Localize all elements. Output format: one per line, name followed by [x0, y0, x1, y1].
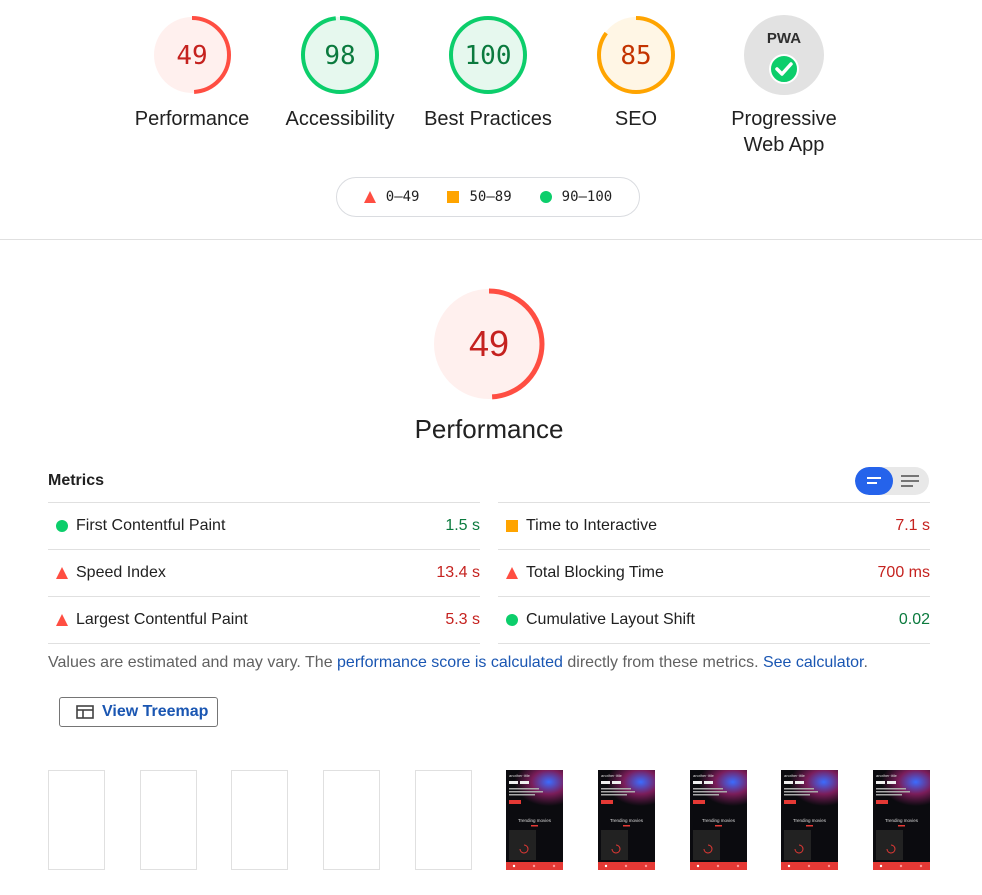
metric-name: Total Blocking Time [526, 564, 664, 581]
gauge-performance-ring: 49 [153, 16, 231, 94]
see-calculator-link[interactable]: See calculator [763, 654, 864, 671]
metric-name: Cumulative Layout Shift [526, 611, 695, 628]
svg-text:another title: another title [693, 773, 715, 778]
filmstrip-frame [323, 770, 380, 870]
metric-largest-contentful-paint: Largest Contentful Paint 5.3 s [48, 596, 480, 644]
note-middle: directly from these metrics. [562, 654, 763, 671]
gauge-seo-ring: 85 [597, 16, 675, 94]
gauge-performance[interactable]: 49 Performance [117, 14, 267, 132]
metric-value: 7.1 s [895, 517, 930, 534]
filmstrip-frame: another title Trending movies [690, 770, 747, 870]
gauge-accessibility[interactable]: 98 Accessibility [265, 14, 415, 132]
metric-value: 1.5 s [445, 517, 480, 534]
metric-first-contentful-paint: First Contentful Paint 1.5 s [48, 502, 480, 549]
filmstrip-frame [140, 770, 197, 870]
filmstrip-frame: another title Trending movies [781, 770, 838, 870]
metrics-heading: Metrics [48, 472, 105, 489]
section-divider [0, 239, 982, 240]
svg-text:Trending movies: Trending movies [610, 818, 644, 823]
gauge-pwa-label: Progressive Web App [731, 108, 837, 156]
filmstrip: another title Trending movies another titl… [48, 770, 930, 870]
metrics-right-column: Time to Interactive 7.1 s Total Blocking… [498, 502, 930, 644]
gauge-accessibility-score: 98 [324, 41, 355, 71]
legend-item-pass: 90–100 [539, 189, 613, 205]
score-calculated-link[interactable]: performance score is calculated [337, 654, 563, 671]
metrics-view-toggle[interactable] [855, 467, 929, 495]
view-treemap-button[interactable]: View Treemap [59, 697, 218, 727]
legend-range-average: 50–89 [469, 189, 512, 205]
performance-main-ring: 49 [433, 288, 545, 400]
gauge-performance-score: 49 [176, 41, 207, 71]
fail-triangle-icon [48, 567, 76, 579]
metric-value: 700 ms [877, 564, 930, 581]
fail-triangle-icon [48, 614, 76, 626]
svg-text:Trending movies: Trending movies [885, 818, 919, 823]
filmstrip-frame: another title Trending movies [506, 770, 563, 870]
toggle-compact-view[interactable] [855, 467, 893, 495]
filmstrip-frame [48, 770, 105, 870]
filmstrip-frame [415, 770, 472, 870]
metric-name: Largest Contentful Paint [76, 611, 248, 628]
metric-name: Time to Interactive [526, 517, 658, 534]
gauge-best-practices-label: Best Practices [424, 108, 552, 130]
filmstrip-frame: another title Trending movies [873, 770, 930, 870]
performance-main-gauge: 49 Performance [409, 286, 569, 445]
view-treemap-label: View Treemap [102, 703, 209, 720]
note-suffix: . [863, 654, 868, 671]
pwa-check-icon: PWA [744, 15, 824, 95]
gauge-performance-label: Performance [134, 108, 250, 130]
gauge-pwa[interactable]: PWA Progressive Web App [709, 14, 859, 158]
metric-value: 0.02 [898, 611, 930, 628]
svg-text:another title: another title [876, 773, 898, 778]
metric-total-blocking-time: Total Blocking Time 700 ms [498, 549, 930, 596]
svg-text:another title: another title [784, 773, 806, 778]
svg-text:Trending movies: Trending movies [518, 818, 552, 823]
gauge-seo[interactable]: 85 SEO [561, 14, 711, 132]
legend-range-pass: 90–100 [561, 189, 613, 205]
fail-triangle-icon [498, 567, 526, 579]
performance-main-score: 49 [469, 323, 509, 364]
square-icon [447, 191, 460, 203]
metric-name: First Contentful Paint [76, 517, 226, 534]
gauge-best-practices-score: 100 [465, 41, 512, 71]
triangle-icon [363, 191, 376, 203]
note-prefix: Values are estimated and may vary. The [48, 654, 338, 671]
filmstrip-frame: another title Trending movies [598, 770, 655, 870]
svg-text:another title: another title [601, 773, 623, 778]
score-legend: 0–49 50–89 90–100 [336, 177, 640, 217]
gauge-accessibility-ring: 98 [301, 16, 379, 94]
pass-circle-icon [48, 520, 76, 532]
metrics-note: Values are estimated and may vary. The p… [48, 654, 868, 672]
legend-range-fail: 0–49 [385, 189, 420, 205]
svg-text:another title: another title [509, 773, 531, 778]
metric-cumulative-layout-shift: Cumulative Layout Shift 0.02 [498, 596, 930, 644]
gauge-seo-score: 85 [620, 41, 651, 71]
metric-time-to-interactive: Time to Interactive 7.1 s [498, 502, 930, 549]
legend-item-fail: 0–49 [363, 189, 420, 205]
compact-view-icon [867, 477, 881, 484]
pass-circle-icon [498, 614, 526, 626]
average-square-icon [498, 520, 526, 532]
metric-value: 13.4 s [436, 564, 480, 581]
svg-text:Trending movies: Trending movies [702, 818, 736, 823]
metric-name: Speed Index [76, 564, 166, 581]
gauge-seo-label: SEO [614, 108, 658, 130]
gauge-accessibility-label: Accessibility [285, 108, 395, 130]
svg-text:Trending movies: Trending movies [793, 818, 827, 823]
category-gauges: 49 Performance 98 Accessibility 100 Best… [0, 0, 982, 240]
metric-value: 5.3 s [445, 611, 480, 628]
metric-speed-index: Speed Index 13.4 s [48, 549, 480, 596]
circle-icon [539, 191, 552, 203]
pwa-badge-text: PWA [767, 30, 801, 47]
filmstrip-frame [231, 770, 288, 870]
gauge-best-practices[interactable]: 100 Best Practices [413, 14, 563, 132]
gauge-best-practices-ring: 100 [449, 16, 527, 94]
legend-item-average: 50–89 [447, 189, 512, 205]
performance-main-label: Performance [414, 414, 564, 444]
metrics-left-column: First Contentful Paint 1.5 s Speed Index… [48, 502, 480, 644]
expanded-view-icon[interactable] [893, 467, 929, 495]
treemap-icon [76, 705, 94, 719]
